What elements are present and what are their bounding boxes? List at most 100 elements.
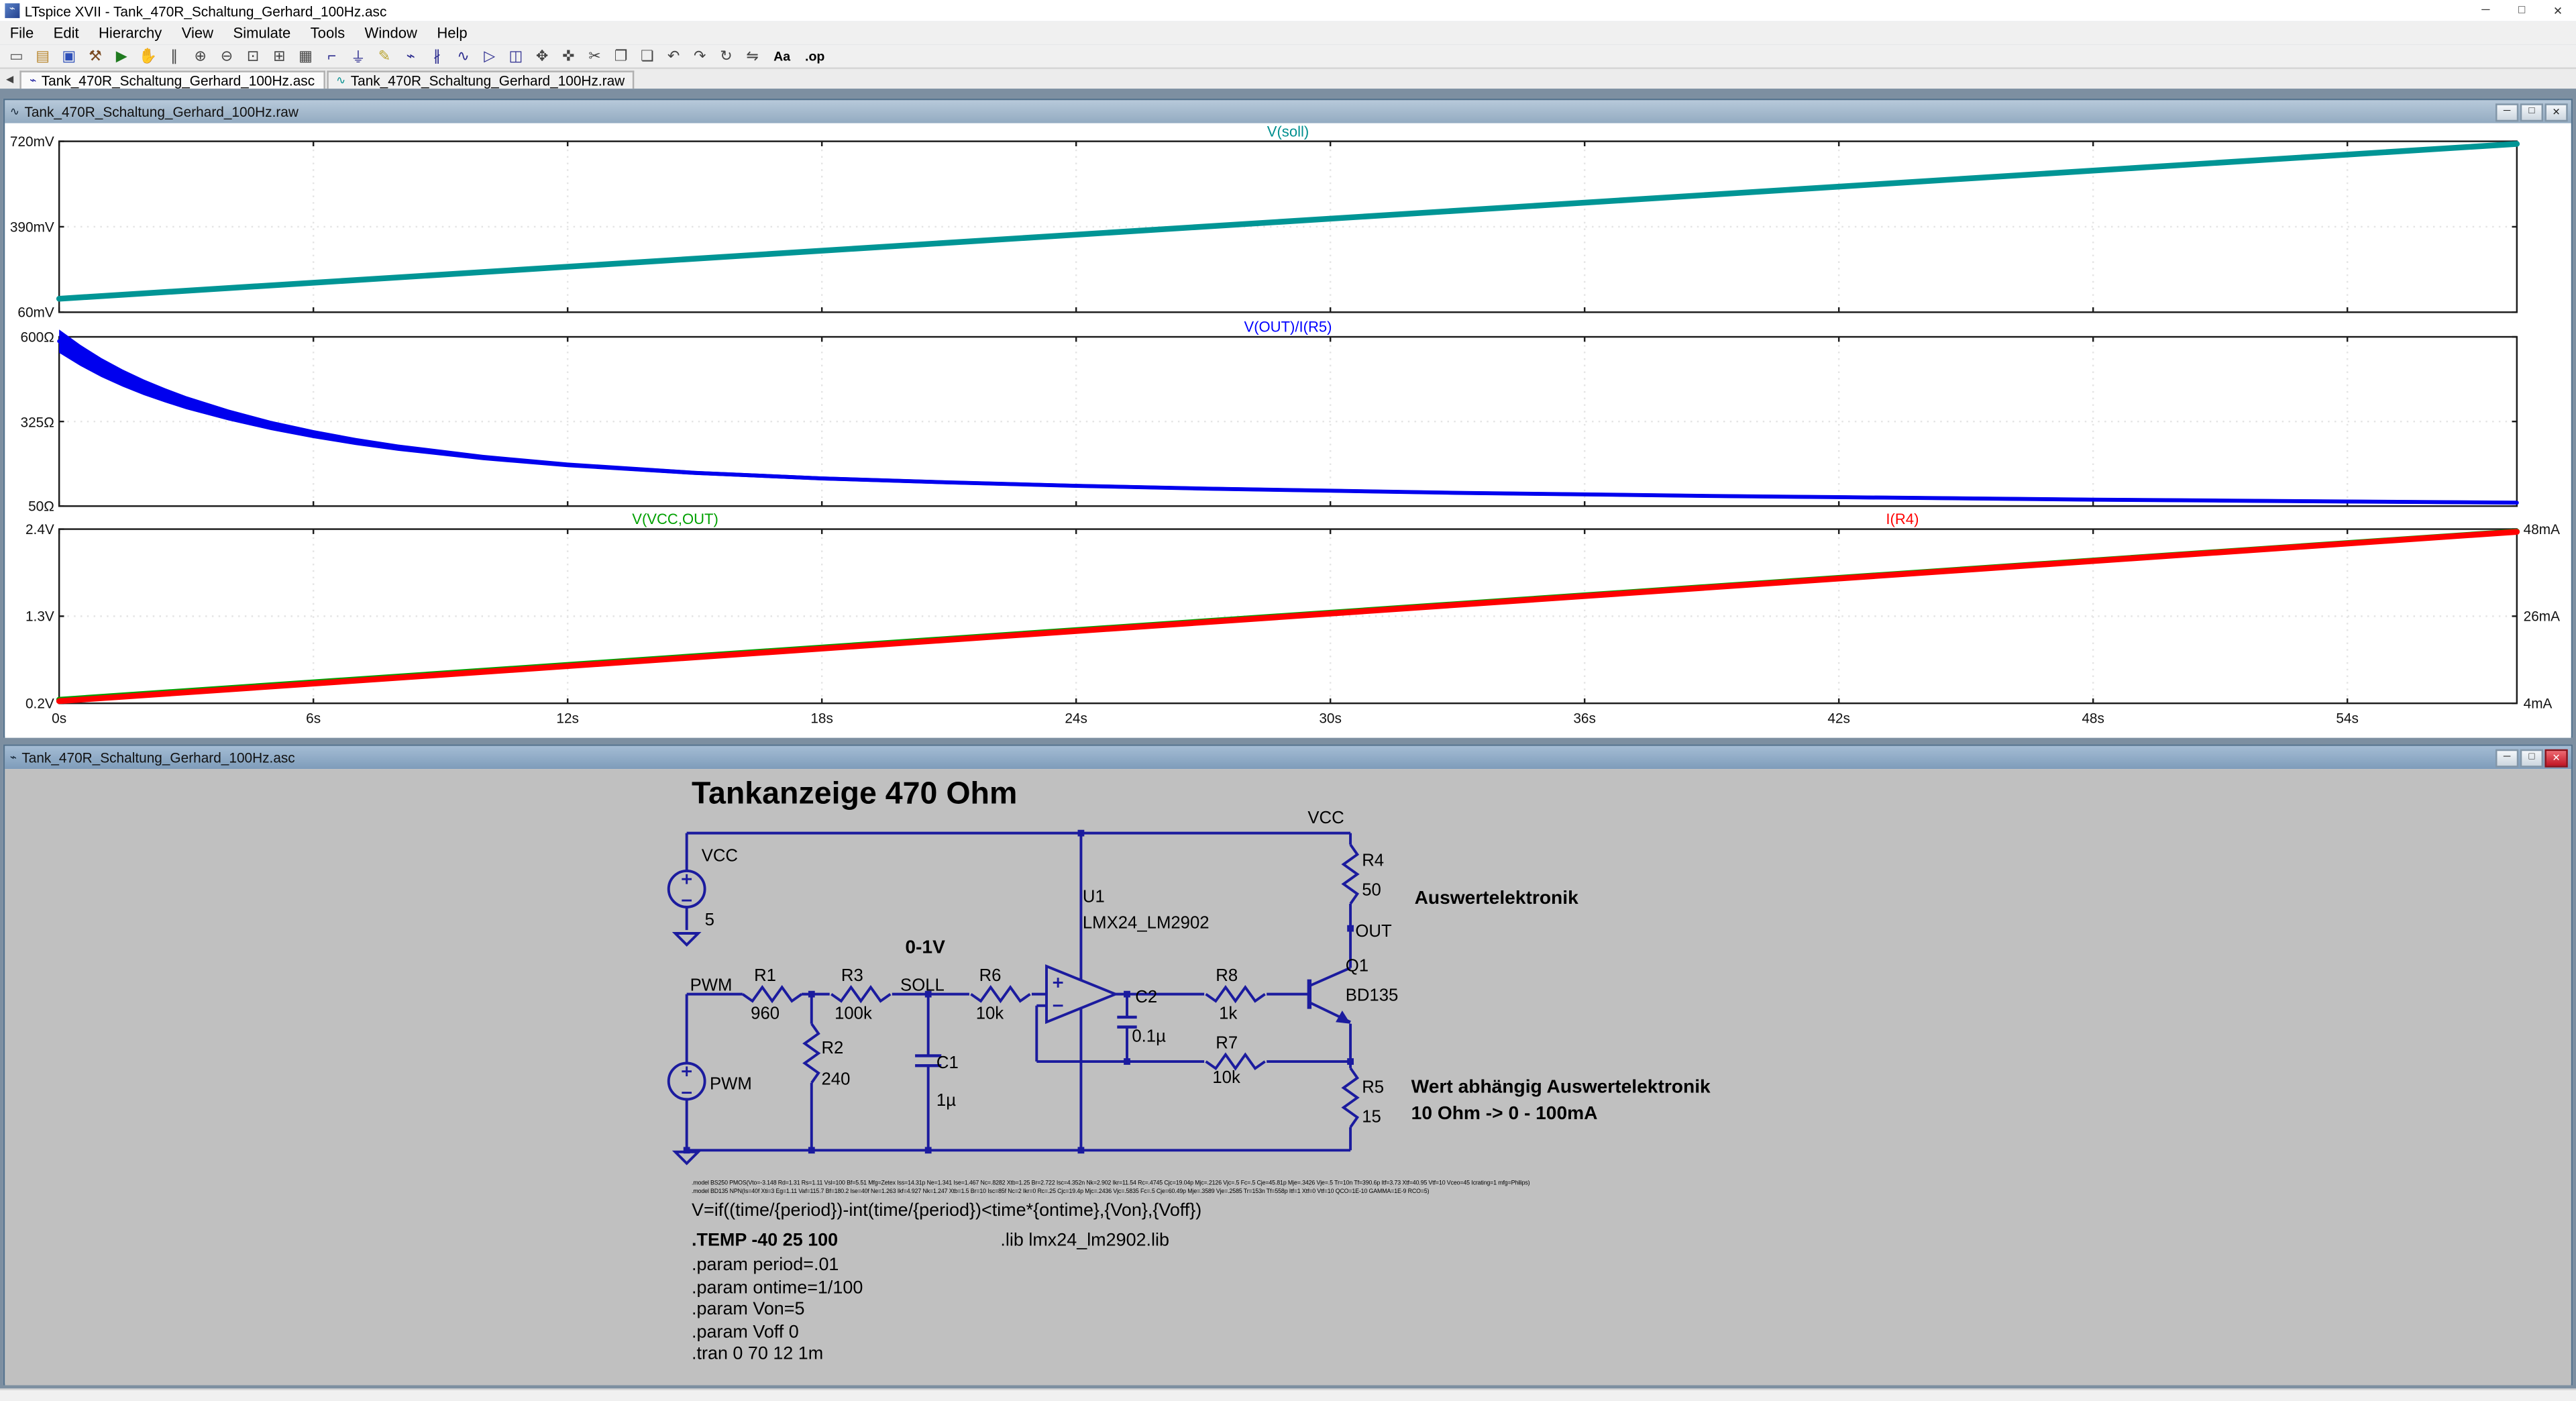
schematic-window-minimize-button[interactable]: ─ [2496,749,2518,767]
maximize-button[interactable]: □ [2504,0,2540,21]
menu-tools[interactable]: Tools [301,21,355,44]
component-icon[interactable]: ◫ [502,45,529,66]
waveform-window-minimize-button[interactable]: ─ [2496,103,2518,121]
new-schematic-icon[interactable]: ▭ [3,45,30,66]
tab-scroll-left[interactable]: ◀ [0,70,19,89]
drag-icon[interactable]: ✜ [555,45,582,66]
zoom-in-icon[interactable]: ⊕ [187,45,213,66]
u1-name[interactable]: U1 [1083,887,1105,906]
menu-edit[interactable]: Edit [44,21,89,44]
menu-file[interactable]: File [0,21,44,44]
net-label-vcc[interactable]: VCC [1307,809,1344,828]
halt-icon[interactable]: ✋ [135,45,161,66]
menu-window[interactable]: Window [355,21,427,44]
undo-icon[interactable]: ↶ [660,45,686,66]
redo-icon[interactable]: ↷ [687,45,713,66]
directive-source-function[interactable]: V=if((time/{period})-int(time/{period})<… [692,1201,1201,1221]
r3-name[interactable]: R3 [841,966,863,986]
menu-view[interactable]: View [172,21,223,44]
schematic-window-titlebar[interactable]: ⌁ Tank_470R_Schaltung_Gerhard_100Hz.asc … [5,746,2571,769]
r3-value[interactable]: 100k [835,1004,872,1023]
r2-name[interactable]: R2 [821,1039,843,1058]
trace-label-vsoll[interactable]: V(soll) [1267,123,1309,140]
copy-icon[interactable]: ❐ [608,45,634,66]
comment-0-1v[interactable]: 0-1V [905,938,945,957]
q1-value[interactable]: BD135 [1346,986,1399,1005]
menu-help[interactable]: Help [427,21,478,44]
diode-icon[interactable]: ▷ [476,45,502,66]
capacitor-icon[interactable]: ∦ [424,45,450,66]
inductor-icon[interactable]: ∿ [450,45,476,66]
close-button[interactable]: ✕ [2540,0,2576,21]
schematic-window-close-button[interactable]: ✕ [2544,749,2567,767]
r5-value[interactable]: 15 [1362,1108,1381,1127]
directive-param-ontime[interactable]: .param ontime=1/100 [692,1278,863,1298]
wire-icon[interactable]: ⌐ [319,45,345,66]
directive-param-von[interactable]: .param Von=5 [692,1300,805,1319]
save-icon[interactable]: ▣ [56,45,82,66]
waveform-window-titlebar[interactable]: ∿ Tank_470R_Schaltung_Gerhard_100Hz.raw … [5,100,2571,123]
label-icon[interactable]: ✎ [371,45,397,66]
rotate-icon[interactable]: ↻ [713,45,739,66]
open-icon[interactable]: ▤ [30,45,56,66]
c2-value[interactable]: 0.1µ [1132,1027,1166,1047]
directive-param-period[interactable]: .param period=.01 [692,1255,839,1275]
grid-icon[interactable]: ▦ [292,45,319,66]
r8-value[interactable]: 1k [1219,1004,1237,1023]
waveform-window-close-button[interactable]: ✕ [2544,103,2567,121]
v1-value[interactable]: 5 [705,911,714,930]
u1-value[interactable]: LMX24_LM2902 [1083,914,1210,933]
r6-name[interactable]: R6 [979,966,1002,986]
schematic-title[interactable]: Tankanzeige 470 Ohm [692,777,1017,813]
move-icon[interactable]: ✥ [529,45,555,66]
comment-auswertelektronik[interactable]: Auswertelektronik [1415,889,1578,909]
resistor-icon[interactable]: ⌁ [398,45,424,66]
trace-label-vvccout[interactable]: V(VCC,OUT) [632,511,718,527]
r5-name[interactable]: R5 [1362,1078,1384,1098]
trace-label-ir4[interactable]: I(R4) [1886,511,1919,527]
waveform-window-maximize-button[interactable]: □ [2520,103,2543,121]
directive-tran[interactable]: .tran 0 70 12 1m [692,1344,823,1363]
text-icon[interactable]: Aa [765,45,798,66]
title-bar[interactable]: ⌁ LTspice XVII - Tank_470R_Schaltung_Ger… [0,0,2576,21]
r7-name[interactable]: R7 [1216,1033,1238,1053]
tab-schematic[interactable]: ⌁Tank_470R_Schaltung_Gerhard_100Hz.asc [19,70,324,89]
comment-wert-abhaengig[interactable]: Wert abhängig Auswertelektronik [1411,1078,1711,1098]
model-line-bs250[interactable]: .model BS250 PMOS(Vto=-3.148 Rd=1.31 Rs=… [692,1180,1529,1186]
zoom-area-icon[interactable]: ⊡ [240,45,266,66]
pause-icon[interactable]: ∥ [161,45,187,66]
model-line-bd135[interactable]: .model BD135 NPN(Is=40f Xti=3 Eg=1.11 Va… [692,1188,1429,1195]
net-label-out[interactable]: OUT [1355,922,1391,941]
cut-icon[interactable]: ✂ [582,45,608,66]
menu-hierarchy[interactable]: Hierarchy [89,21,172,44]
c1-value[interactable]: 1µ [936,1091,956,1110]
paste-icon[interactable]: ❏ [634,45,660,66]
zoom-out-icon[interactable]: ⊖ [213,45,239,66]
menu-simulate[interactable]: Simulate [223,21,301,44]
net-label-soll[interactable]: SOLL [900,976,945,996]
directive-icon[interactable]: .op [798,45,831,66]
mirror-icon[interactable]: ⇋ [739,45,765,66]
c2-name[interactable]: C2 [1135,988,1157,1007]
directive-temp[interactable]: .TEMP -40 25 100 [692,1231,838,1250]
trace-label-voutir5[interactable]: V(OUT)/I(R5) [1244,319,1332,335]
r1-name[interactable]: R1 [754,966,776,986]
net-label-pwm[interactable]: PWM [690,976,733,996]
c1-name[interactable]: C1 [936,1053,959,1073]
v2-value[interactable]: PWM [710,1075,752,1094]
zoom-fit-icon[interactable]: ⊞ [266,45,292,66]
minimize-button[interactable]: ─ [2467,0,2504,21]
directive-lib[interactable]: .lib lmx24_lm2902.lib [1000,1231,1169,1250]
v1-name[interactable]: VCC [702,846,738,866]
r4-name[interactable]: R4 [1362,851,1384,871]
run-icon[interactable]: ▶ [109,45,135,66]
tab-waveform[interactable]: ∿Tank_470R_Schaltung_Gerhard_100Hz.raw [326,70,635,89]
r4-value[interactable]: 50 [1362,881,1381,900]
r6-value[interactable]: 10k [976,1004,1004,1023]
r8-name[interactable]: R8 [1216,966,1238,986]
control-panel-icon[interactable]: ⚒ [82,45,108,66]
r2-value[interactable]: 240 [821,1070,850,1089]
ground-icon[interactable]: ⏚ [345,45,371,66]
schematic-window-maximize-button[interactable]: □ [2520,749,2543,767]
r7-value[interactable]: 10k [1212,1068,1240,1088]
